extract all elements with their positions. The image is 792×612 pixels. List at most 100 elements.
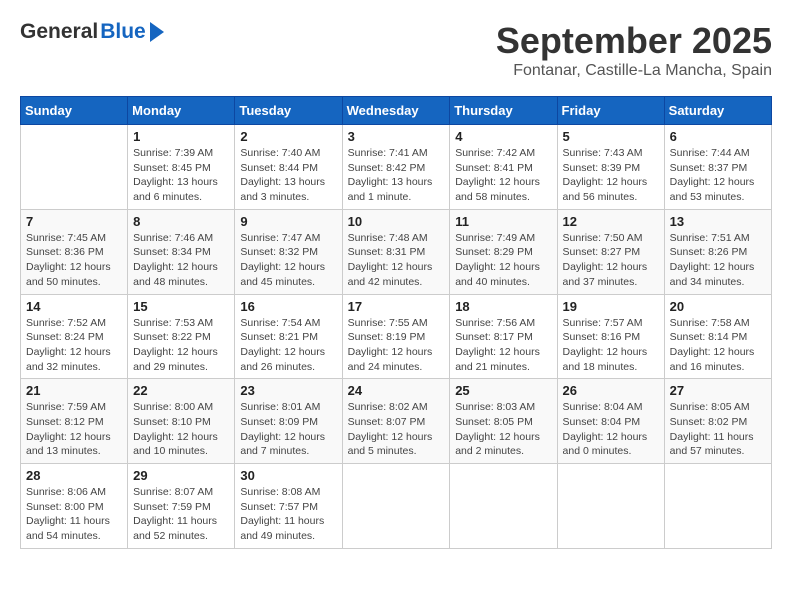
calendar-day-cell: 23 Sunrise: 8:01 AM Sunset: 8:09 PM Dayli…: [235, 379, 342, 464]
day-number: 23: [240, 383, 336, 398]
day-number: 20: [670, 299, 766, 314]
calendar-table: SundayMondayTuesdayWednesdayThursdayFrid…: [20, 96, 772, 549]
day-info: Sunrise: 7:44 AM Sunset: 8:37 PM Dayligh…: [670, 146, 766, 205]
day-info: Sunrise: 8:06 AM Sunset: 8:00 PM Dayligh…: [26, 485, 122, 544]
calendar-day-cell: 22 Sunrise: 8:00 AM Sunset: 8:10 PM Dayli…: [128, 379, 235, 464]
calendar-day-cell: 28 Sunrise: 8:06 AM Sunset: 8:00 PM Dayli…: [21, 464, 128, 549]
calendar-day-cell: 25 Sunrise: 8:03 AM Sunset: 8:05 PM Dayli…: [450, 379, 557, 464]
calendar-day-cell: 1Sunrise: 7:39 AM Sunset: 8:45 PM Daylig…: [128, 125, 235, 210]
calendar-week-row: 14 Sunrise: 7:52 AM Sunset: 8:24 PM Dayli…: [21, 294, 772, 379]
calendar-day-cell: 16 Sunrise: 7:54 AM Sunset: 8:21 PM Dayli…: [235, 294, 342, 379]
calendar-day-cell: 12Sunrise: 7:50 AM Sunset: 8:27 PM Dayli…: [557, 209, 664, 294]
calendar-day-cell: 19 Sunrise: 7:57 AM Sunset: 8:16 PM Dayli…: [557, 294, 664, 379]
calendar-day-cell: 7 Sunrise: 7:45 AM Sunset: 8:36 PM Daylig…: [21, 209, 128, 294]
day-info: Sunrise: 7:52 AM Sunset: 8:24 PM Dayligh…: [26, 316, 122, 375]
logo-arrow-icon: [150, 22, 164, 42]
day-info: Sunrise: 7:48 AM Sunset: 8:31 PM Dayligh…: [348, 231, 445, 290]
calendar-day-cell: 21 Sunrise: 7:59 AM Sunset: 8:12 PM Dayli…: [21, 379, 128, 464]
page-header: General Blue September 2025 Fontanar, Ca…: [20, 20, 772, 80]
day-info: Sunrise: 7:42 AM Sunset: 8:41 PM Dayligh…: [455, 146, 551, 205]
location: Fontanar, Castille-La Mancha, Spain: [496, 62, 772, 80]
day-info: Sunrise: 8:02 AM Sunset: 8:07 PM Dayligh…: [348, 400, 445, 459]
calendar-day-cell: 15 Sunrise: 7:53 AM Sunset: 8:22 PM Dayli…: [128, 294, 235, 379]
day-number: 14: [26, 299, 122, 314]
calendar-header-cell: Sunday: [21, 97, 128, 125]
day-info: Sunrise: 8:05 AM Sunset: 8:02 PM Dayligh…: [670, 400, 766, 459]
calendar-body: 1Sunrise: 7:39 AM Sunset: 8:45 PM Daylig…: [21, 125, 772, 549]
day-info: Sunrise: 7:53 AM Sunset: 8:22 PM Dayligh…: [133, 316, 229, 375]
day-number: 13: [670, 214, 766, 229]
calendar-day-cell: 29 Sunrise: 8:07 AM Sunset: 7:59 PM Dayli…: [128, 464, 235, 549]
day-number: 11: [455, 214, 551, 229]
calendar-day-cell: 17 Sunrise: 7:55 AM Sunset: 8:19 PM Dayli…: [342, 294, 450, 379]
day-info: Sunrise: 8:07 AM Sunset: 7:59 PM Dayligh…: [133, 485, 229, 544]
day-number: 8: [133, 214, 229, 229]
calendar-header-cell: Saturday: [664, 97, 771, 125]
day-number: 6: [670, 129, 766, 144]
day-number: 15: [133, 299, 229, 314]
calendar-day-cell: [557, 464, 664, 549]
calendar-header-cell: Thursday: [450, 97, 557, 125]
day-info: Sunrise: 7:49 AM Sunset: 8:29 PM Dayligh…: [455, 231, 551, 290]
calendar-header-cell: Friday: [557, 97, 664, 125]
day-info: Sunrise: 7:45 AM Sunset: 8:36 PM Dayligh…: [26, 231, 122, 290]
day-number: 17: [348, 299, 445, 314]
day-info: Sunrise: 8:04 AM Sunset: 8:04 PM Dayligh…: [563, 400, 659, 459]
calendar-day-cell: 6 Sunrise: 7:44 AM Sunset: 8:37 PM Daylig…: [664, 125, 771, 210]
day-info: Sunrise: 7:56 AM Sunset: 8:17 PM Dayligh…: [455, 316, 551, 375]
day-info: Sunrise: 7:41 AM Sunset: 8:42 PM Dayligh…: [348, 146, 445, 205]
calendar-header-row: SundayMondayTuesdayWednesdayThursdayFrid…: [21, 97, 772, 125]
day-number: 21: [26, 383, 122, 398]
day-number: 28: [26, 468, 122, 483]
logo-general-text: General: [20, 20, 98, 44]
calendar-day-cell: 11 Sunrise: 7:49 AM Sunset: 8:29 PM Dayli…: [450, 209, 557, 294]
day-info: Sunrise: 8:08 AM Sunset: 7:57 PM Dayligh…: [240, 485, 336, 544]
day-number: 7: [26, 214, 122, 229]
day-number: 26: [563, 383, 659, 398]
calendar-day-cell: 20 Sunrise: 7:58 AM Sunset: 8:14 PM Dayli…: [664, 294, 771, 379]
day-number: 19: [563, 299, 659, 314]
day-info: Sunrise: 7:55 AM Sunset: 8:19 PM Dayligh…: [348, 316, 445, 375]
calendar-day-cell: 3Sunrise: 7:41 AM Sunset: 8:42 PM Daylig…: [342, 125, 450, 210]
calendar-header-cell: Wednesday: [342, 97, 450, 125]
day-number: 25: [455, 383, 551, 398]
calendar-day-cell: 24Sunrise: 8:02 AM Sunset: 8:07 PM Dayli…: [342, 379, 450, 464]
day-info: Sunrise: 7:43 AM Sunset: 8:39 PM Dayligh…: [563, 146, 659, 205]
day-number: 2: [240, 129, 336, 144]
calendar-day-cell: 9 Sunrise: 7:47 AM Sunset: 8:32 PM Daylig…: [235, 209, 342, 294]
day-number: 27: [670, 383, 766, 398]
day-info: Sunrise: 7:57 AM Sunset: 8:16 PM Dayligh…: [563, 316, 659, 375]
day-info: Sunrise: 7:46 AM Sunset: 8:34 PM Dayligh…: [133, 231, 229, 290]
calendar-header-cell: Monday: [128, 97, 235, 125]
day-number: 22: [133, 383, 229, 398]
calendar-day-cell: [664, 464, 771, 549]
day-info: Sunrise: 8:00 AM Sunset: 8:10 PM Dayligh…: [133, 400, 229, 459]
calendar-day-cell: [342, 464, 450, 549]
calendar-header-cell: Tuesday: [235, 97, 342, 125]
day-info: Sunrise: 7:54 AM Sunset: 8:21 PM Dayligh…: [240, 316, 336, 375]
day-info: Sunrise: 8:03 AM Sunset: 8:05 PM Dayligh…: [455, 400, 551, 459]
day-info: Sunrise: 7:47 AM Sunset: 8:32 PM Dayligh…: [240, 231, 336, 290]
calendar-day-cell: 10Sunrise: 7:48 AM Sunset: 8:31 PM Dayli…: [342, 209, 450, 294]
day-info: Sunrise: 8:01 AM Sunset: 8:09 PM Dayligh…: [240, 400, 336, 459]
calendar-week-row: 21 Sunrise: 7:59 AM Sunset: 8:12 PM Dayli…: [21, 379, 772, 464]
calendar-day-cell: 27 Sunrise: 8:05 AM Sunset: 8:02 PM Dayli…: [664, 379, 771, 464]
title-block: September 2025 Fontanar, Castille-La Man…: [496, 20, 772, 80]
calendar-day-cell: 18Sunrise: 7:56 AM Sunset: 8:17 PM Dayli…: [450, 294, 557, 379]
day-number: 29: [133, 468, 229, 483]
calendar-day-cell: 4 Sunrise: 7:42 AM Sunset: 8:41 PM Daylig…: [450, 125, 557, 210]
calendar-day-cell: 13Sunrise: 7:51 AM Sunset: 8:26 PM Dayli…: [664, 209, 771, 294]
calendar-day-cell: 30Sunrise: 8:08 AM Sunset: 7:57 PM Dayli…: [235, 464, 342, 549]
calendar-day-cell: 8 Sunrise: 7:46 AM Sunset: 8:34 PM Daylig…: [128, 209, 235, 294]
calendar-day-cell: [450, 464, 557, 549]
calendar-week-row: 7 Sunrise: 7:45 AM Sunset: 8:36 PM Daylig…: [21, 209, 772, 294]
day-number: 4: [455, 129, 551, 144]
day-number: 9: [240, 214, 336, 229]
day-info: Sunrise: 7:59 AM Sunset: 8:12 PM Dayligh…: [26, 400, 122, 459]
logo-blue-text: Blue: [100, 20, 146, 44]
calendar-day-cell: 5Sunrise: 7:43 AM Sunset: 8:39 PM Daylig…: [557, 125, 664, 210]
day-info: Sunrise: 7:39 AM Sunset: 8:45 PM Dayligh…: [133, 146, 229, 205]
calendar-day-cell: [21, 125, 128, 210]
day-info: Sunrise: 7:58 AM Sunset: 8:14 PM Dayligh…: [670, 316, 766, 375]
day-number: 16: [240, 299, 336, 314]
